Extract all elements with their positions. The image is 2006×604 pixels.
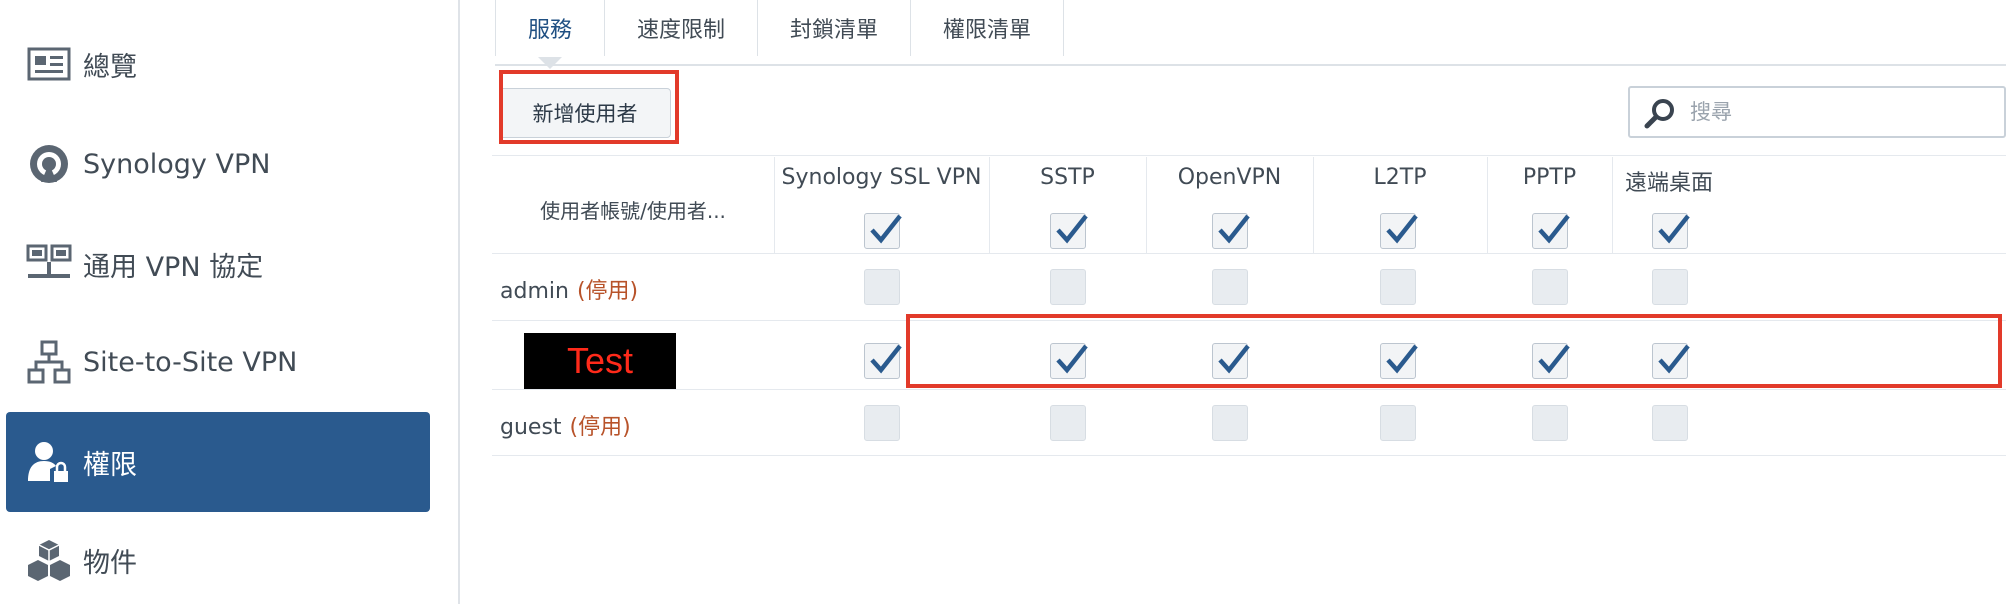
row-divider bbox=[492, 253, 2006, 254]
permission-checkbox[interactable] bbox=[1050, 343, 1088, 379]
checkmark-icon bbox=[1386, 214, 1418, 244]
permission-checkbox[interactable] bbox=[1380, 269, 1416, 305]
checkmark-icon bbox=[1538, 214, 1570, 244]
tab-label: 封鎖清單 bbox=[790, 18, 879, 43]
table-top-border bbox=[492, 155, 2006, 156]
permission-checkbox[interactable] bbox=[1212, 405, 1248, 441]
permission-checkbox[interactable] bbox=[1652, 343, 1690, 379]
sidebar-item-label: Site-to-Site VPN bbox=[83, 346, 298, 378]
table-row-username: guest (停用) bbox=[500, 409, 631, 441]
checkmark-icon bbox=[1658, 214, 1690, 244]
permission-checkbox[interactable] bbox=[1652, 269, 1688, 305]
permission-checkbox[interactable] bbox=[1380, 405, 1416, 441]
tab-services[interactable]: 服務 bbox=[495, 0, 606, 69]
column-select-all-checkbox[interactable] bbox=[1652, 213, 1690, 249]
disabled-status: (停用) bbox=[576, 279, 639, 304]
active-tab-caret bbox=[538, 57, 562, 69]
permission-checkbox[interactable] bbox=[1532, 343, 1570, 379]
tab-block-list[interactable]: 封鎖清單 bbox=[758, 0, 912, 56]
tab-label: 速度限制 bbox=[637, 18, 726, 43]
username-text: admin bbox=[500, 279, 569, 304]
row-divider bbox=[492, 455, 2006, 456]
sidebar-item-site-to-site-vpn[interactable]: Site-to-Site VPN bbox=[6, 312, 430, 412]
username-text: guest bbox=[500, 415, 562, 440]
permission-checkbox[interactable] bbox=[864, 405, 900, 441]
sidebar-item-label: 權限 bbox=[83, 449, 137, 481]
permission-checkbox[interactable] bbox=[1050, 405, 1086, 441]
sidebar-item-objects[interactable]: 物件 bbox=[6, 510, 430, 604]
search-box[interactable] bbox=[1628, 86, 2006, 138]
permission-checkbox[interactable] bbox=[864, 269, 900, 305]
permissions-table: 使用者帳號/使用者... Synology SSL VPN SSTP OpenV… bbox=[492, 155, 2006, 456]
network-icon bbox=[24, 239, 74, 289]
sidebar-item-permissions[interactable]: 權限 bbox=[6, 412, 430, 512]
permission-checkbox[interactable] bbox=[1380, 343, 1418, 379]
search-icon bbox=[1644, 98, 1676, 130]
user-lock-icon bbox=[24, 437, 74, 487]
permission-checkbox[interactable] bbox=[1212, 343, 1250, 379]
tab-divider bbox=[495, 64, 2006, 66]
row-divider bbox=[492, 320, 2006, 321]
column-header-synology-ssl-vpn: Synology SSL VPN bbox=[781, 165, 982, 190]
column-header-l2tp: L2TP bbox=[1373, 165, 1427, 190]
checkmark-icon bbox=[1056, 344, 1088, 374]
column-header-sstp: SSTP bbox=[1040, 165, 1095, 190]
user-column-header: 使用者帳號/使用者... bbox=[540, 199, 726, 223]
tab-speed-limit[interactable]: 速度限制 bbox=[605, 0, 759, 56]
column-select-all-checkbox[interactable] bbox=[1050, 213, 1088, 249]
tab-label: 服務 bbox=[528, 18, 573, 43]
permission-checkbox[interactable] bbox=[1652, 405, 1688, 441]
sidebar-item-label: 物件 bbox=[83, 547, 137, 579]
main-panel: 服務 速度限制 封鎖清單 權限清單 新增使用者 使用者帳號/使用者... Syn… bbox=[462, 0, 2006, 604]
sidebar-item-label: 通用 VPN 協定 bbox=[83, 251, 264, 283]
sidebar-item-label: 總覽 bbox=[83, 51, 137, 83]
tab-label: 權限清單 bbox=[943, 18, 1032, 43]
table-row-username: admin (停用) bbox=[500, 273, 638, 305]
column-header-pptp: PPTP bbox=[1522, 165, 1577, 190]
checkmark-icon bbox=[1386, 344, 1418, 374]
column-select-all-checkbox[interactable] bbox=[864, 213, 902, 249]
column-select-all-checkbox[interactable] bbox=[1380, 213, 1418, 249]
permission-checkbox[interactable] bbox=[864, 343, 902, 379]
checkmark-icon bbox=[1056, 214, 1088, 244]
checkmark-icon bbox=[1218, 344, 1250, 374]
checkmark-icon bbox=[870, 214, 902, 244]
disabled-status: (停用) bbox=[569, 415, 631, 440]
search-input[interactable] bbox=[1690, 100, 1980, 124]
overview-icon bbox=[24, 39, 74, 89]
vpn-icon bbox=[24, 139, 74, 189]
sidebar-item-label: Synology VPN bbox=[83, 148, 271, 180]
checkmark-icon bbox=[870, 344, 902, 374]
column-select-all-checkbox[interactable] bbox=[1212, 213, 1250, 249]
sidebar-item-synology-vpn[interactable]: Synology VPN bbox=[6, 114, 430, 214]
cubes-icon bbox=[24, 535, 74, 585]
sitemap-icon bbox=[24, 337, 74, 387]
checkmark-icon bbox=[1218, 214, 1250, 244]
permission-checkbox[interactable] bbox=[1532, 269, 1568, 305]
column-select-all-checkbox[interactable] bbox=[1532, 213, 1570, 249]
permission-checkbox[interactable] bbox=[1532, 405, 1568, 441]
permission-checkbox[interactable] bbox=[1050, 269, 1086, 305]
checkmark-icon bbox=[1658, 344, 1690, 374]
sidebar-item-generic-vpn[interactable]: 通用 VPN 協定 bbox=[6, 214, 430, 314]
column-header-openvpn: OpenVPN bbox=[1177, 165, 1282, 190]
tab-bar: 服務 速度限制 封鎖清單 權限清單 bbox=[495, 0, 1065, 69]
permission-checkbox[interactable] bbox=[1212, 269, 1248, 305]
checkmark-icon bbox=[1538, 344, 1570, 374]
test-username-label: Test bbox=[524, 333, 676, 389]
sidebar-item-overview[interactable]: 總覽 bbox=[6, 14, 430, 114]
add-user-button[interactable]: 新增使用者 bbox=[499, 88, 671, 138]
sidebar: 總覽 Synology VPN 通用 VPN 協定 Site-to-Site V… bbox=[0, 0, 460, 604]
tab-permission-list[interactable]: 權限清單 bbox=[911, 0, 1065, 56]
column-header-remote-desktop: 遠端桌面 bbox=[1624, 171, 1713, 196]
row-divider bbox=[492, 389, 2006, 390]
